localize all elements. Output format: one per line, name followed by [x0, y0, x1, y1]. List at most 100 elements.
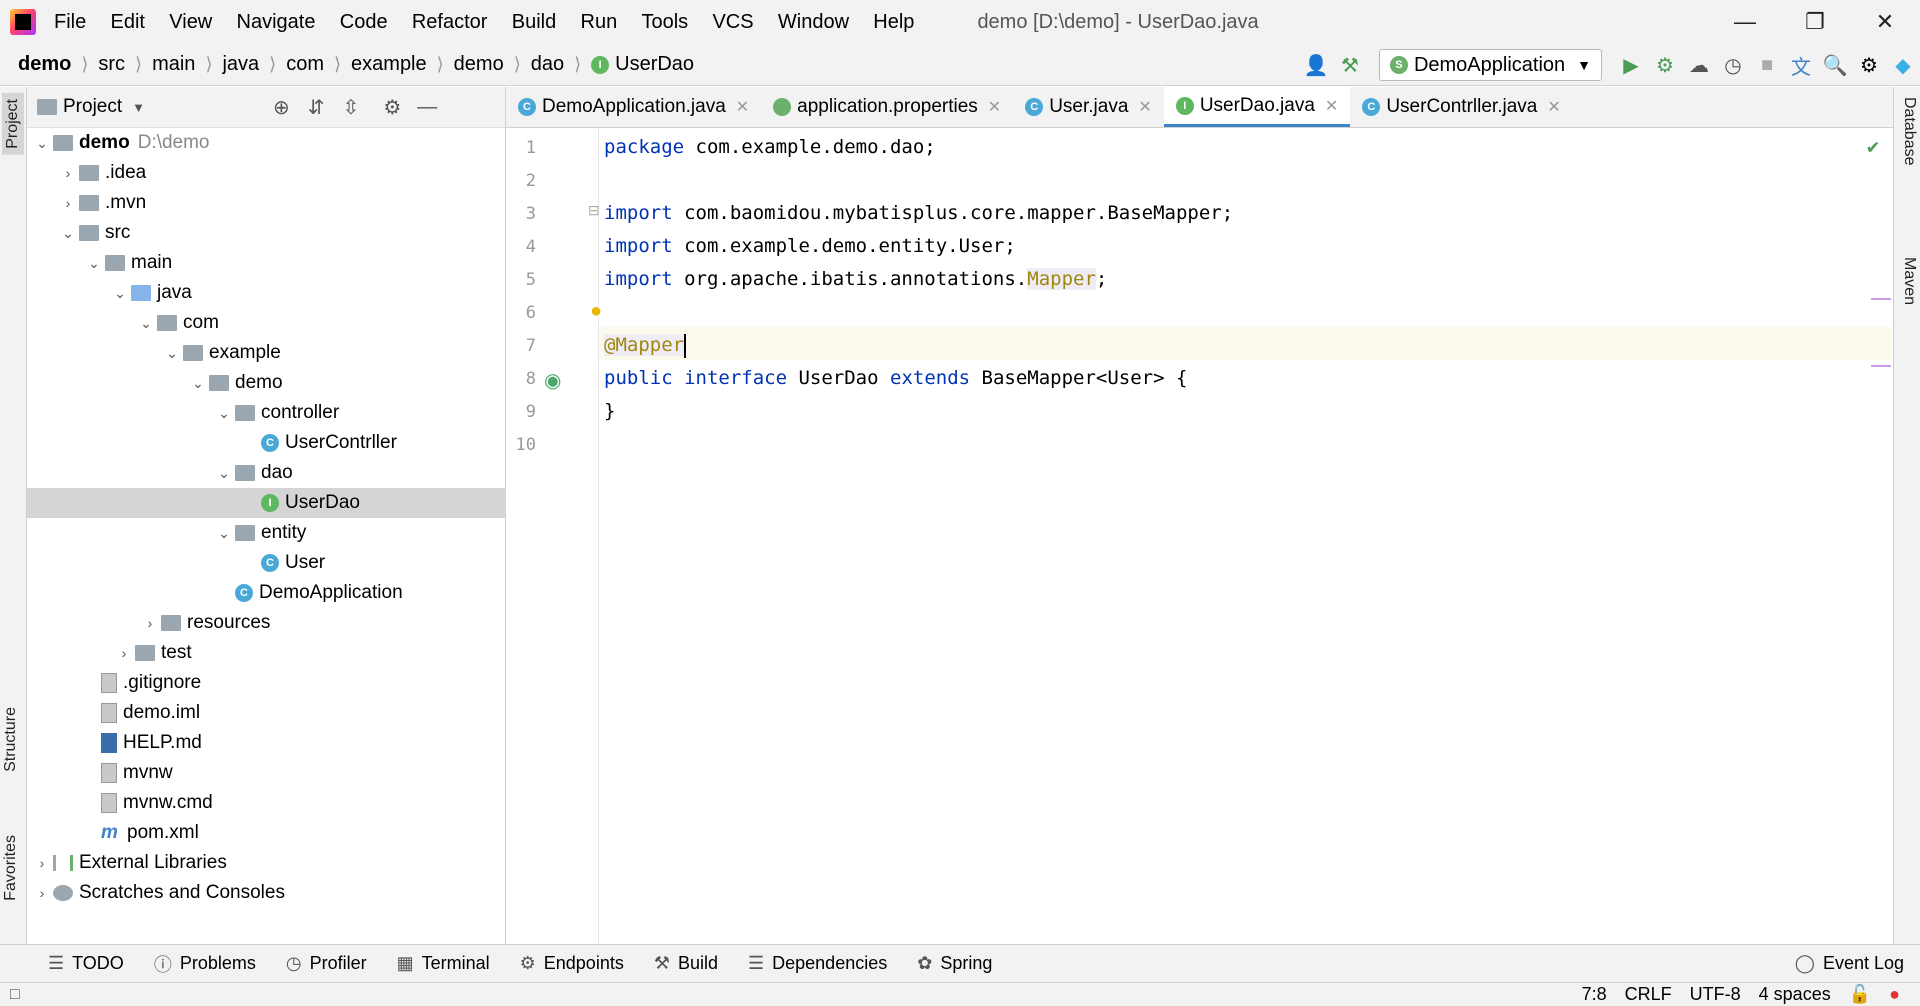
tree-node-user[interactable]: C User: [27, 548, 505, 578]
breadcrumb-src[interactable]: src: [98, 53, 125, 76]
chevron-right-icon[interactable]: ›: [139, 615, 161, 631]
lightbulb-icon[interactable]: ●: [590, 300, 602, 323]
profiler-tool[interactable]: ◷ Profiler: [286, 953, 367, 974]
project-panel-title[interactable]: Project: [63, 96, 122, 118]
tree-node-example[interactable]: ⌄ example: [27, 338, 505, 368]
file-encoding[interactable]: UTF-8: [1690, 984, 1741, 1005]
gear-icon[interactable]: ⚙: [1852, 53, 1886, 78]
chevron-down-icon[interactable]: ⌄: [213, 405, 235, 422]
close-icon[interactable]: ✕: [1850, 0, 1920, 44]
stop-icon[interactable]: ■: [1750, 54, 1784, 77]
close-tab-icon[interactable]: ✕: [988, 97, 1001, 117]
tree-node-controller[interactable]: ⌄ controller: [27, 398, 505, 428]
menu-build[interactable]: Build: [512, 11, 556, 33]
problems-tool[interactable]: ⓘ Problems: [154, 951, 256, 977]
notification-icon[interactable]: ●: [1889, 984, 1900, 1005]
tree-node-usercontrller[interactable]: C UserContrller: [27, 428, 505, 458]
menu-view[interactable]: View: [169, 11, 212, 33]
plugin-icon[interactable]: ◆: [1886, 53, 1920, 78]
chevron-down-icon[interactable]: ⌄: [187, 375, 209, 392]
profile-icon[interactable]: ◷: [1716, 53, 1750, 78]
spring-tool[interactable]: ✿ Spring: [917, 953, 992, 974]
minimize-icon[interactable]: —: [1710, 0, 1780, 44]
chevron-down-icon[interactable]: ⌄: [213, 525, 235, 542]
endpoints-tool[interactable]: ⚙ Endpoints: [520, 953, 624, 974]
collapse-all-icon[interactable]: ⇳: [343, 95, 360, 120]
chevron-right-icon[interactable]: ›: [31, 855, 53, 871]
tab-demoapplication[interactable]: C DemoApplication.java ✕: [506, 87, 761, 127]
database-tool-tab[interactable]: Database: [1900, 97, 1918, 166]
breadcrumb-example[interactable]: example: [351, 53, 427, 76]
tree-node-mvn[interactable]: › .mvn: [27, 188, 505, 218]
close-tab-icon[interactable]: ✕: [1325, 96, 1338, 116]
chevron-down-icon[interactable]: ⌄: [213, 465, 235, 482]
tab-user[interactable]: C User.java ✕: [1013, 87, 1164, 127]
menu-run[interactable]: Run: [581, 11, 618, 33]
chevron-down-icon[interactable]: ⌄: [161, 345, 183, 362]
menu-refactor[interactable]: Refactor: [412, 11, 488, 33]
code-editor[interactable]: package com.example.demo.dao; import com…: [604, 128, 1891, 944]
error-stripe-mark[interactable]: [1871, 365, 1891, 367]
debug-icon[interactable]: ⚙: [1648, 53, 1682, 78]
tree-node-dao[interactable]: ⌄ dao: [27, 458, 505, 488]
menu-edit[interactable]: Edit: [111, 11, 145, 33]
breadcrumb-demo-pkg[interactable]: demo: [454, 53, 504, 76]
implementations-icon[interactable]: ◉: [544, 368, 561, 393]
menu-vcs[interactable]: VCS: [712, 11, 753, 33]
translate-icon[interactable]: 文: [1784, 51, 1818, 80]
error-stripe-mark[interactable]: [1871, 298, 1891, 300]
chevron-right-icon[interactable]: ›: [57, 195, 79, 211]
expand-all-icon[interactable]: ⇵: [308, 95, 325, 120]
close-tab-icon[interactable]: ✕: [1547, 97, 1560, 117]
locate-icon[interactable]: ⊕: [273, 95, 290, 120]
chevron-down-icon[interactable]: ⌄: [31, 135, 53, 152]
tab-usercontrller[interactable]: C UserContrller.java ✕: [1350, 87, 1572, 127]
dependencies-tool[interactable]: ☰ Dependencies: [748, 953, 887, 974]
tree-node-demo[interactable]: ⌄ demo D:\demo: [27, 128, 505, 158]
tree-node-test[interactable]: › test: [27, 638, 505, 668]
tree-node-demo-pkg[interactable]: ⌄ demo: [27, 368, 505, 398]
breadcrumb-dao[interactable]: dao: [531, 53, 564, 76]
menu-code[interactable]: Code: [340, 11, 388, 33]
chevron-down-icon[interactable]: ▼: [132, 100, 145, 115]
gear-icon[interactable]: ⚙: [383, 95, 401, 120]
build-hammer-icon[interactable]: ⚒: [1333, 53, 1367, 78]
chevron-down-icon[interactable]: ⌄: [135, 315, 157, 332]
tree-node-pom[interactable]: m pom.xml: [27, 818, 505, 848]
tree-node-resources[interactable]: › resources: [27, 608, 505, 638]
run-config-select[interactable]: S DemoApplication ▼: [1378, 49, 1602, 81]
chevron-down-icon[interactable]: ⌄: [83, 255, 105, 272]
close-tab-icon[interactable]: ✕: [736, 97, 749, 117]
hide-icon[interactable]: —: [417, 96, 437, 119]
run-icon[interactable]: ▶: [1614, 53, 1648, 78]
coverage-icon[interactable]: ☁: [1682, 53, 1716, 78]
close-tab-icon[interactable]: ✕: [1138, 97, 1151, 117]
todo-tool[interactable]: ☰ TODO: [48, 953, 124, 974]
tree-node-demo-iml[interactable]: demo.iml: [27, 698, 505, 728]
maven-tool-tab[interactable]: Maven: [1900, 257, 1918, 305]
fold-icon[interactable]: ⊟: [588, 202, 600, 219]
tab-userdao[interactable]: I UserDao.java ✕: [1163, 87, 1351, 127]
tree-node-com[interactable]: ⌄ com: [27, 308, 505, 338]
user-icon[interactable]: 👤: [1299, 53, 1333, 78]
tree-node-external-libraries[interactable]: › External Libraries: [27, 848, 505, 878]
menu-tools[interactable]: Tools: [641, 11, 688, 33]
tool-window-toggle-icon[interactable]: □: [10, 986, 20, 1004]
menu-navigate[interactable]: Navigate: [237, 11, 316, 33]
build-tool[interactable]: ⚒ Build: [654, 953, 718, 974]
tree-node-mvnw[interactable]: mvnw: [27, 758, 505, 788]
tree-node-entity[interactable]: ⌄ entity: [27, 518, 505, 548]
chevron-down-icon[interactable]: ⌄: [57, 225, 79, 242]
lock-icon[interactable]: 🔓: [1849, 984, 1871, 1005]
terminal-tool[interactable]: ▦ Terminal: [397, 953, 490, 974]
tree-node-mvnw-cmd[interactable]: mvnw.cmd: [27, 788, 505, 818]
favorites-tool-tab[interactable]: Favorites: [2, 835, 20, 901]
menu-help[interactable]: Help: [873, 11, 914, 33]
breadcrumb-java[interactable]: java: [222, 53, 259, 76]
chevron-right-icon[interactable]: ›: [57, 165, 79, 181]
tree-node-scratches[interactable]: › Scratches and Consoles: [27, 878, 505, 908]
tree-node-demoapplication[interactable]: C DemoApplication: [27, 578, 505, 608]
tree-node-userdao[interactable]: I UserDao: [27, 488, 505, 518]
tree-node-gitignore[interactable]: .gitignore: [27, 668, 505, 698]
search-icon[interactable]: 🔍: [1818, 53, 1852, 78]
